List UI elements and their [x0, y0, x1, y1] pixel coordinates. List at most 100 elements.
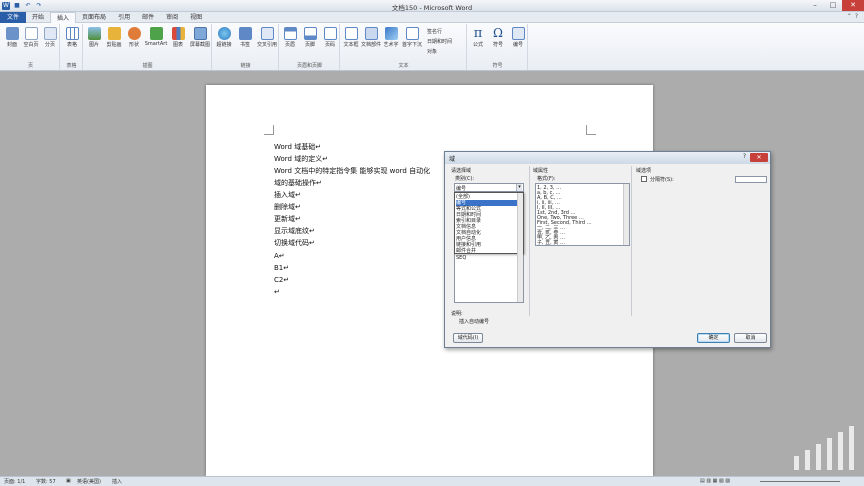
tab-view[interactable]: 视图	[184, 12, 208, 23]
doc-line[interactable]: 插入域↵	[274, 191, 301, 200]
table-button[interactable]: 表格	[62, 27, 82, 48]
category-select[interactable]: 编号 ▾	[454, 183, 524, 192]
group-illustrations: 图片 剪贴画 形状 SmartArt 图表 屏幕截图 插图	[84, 24, 212, 70]
clipart-button[interactable]: 剪贴画	[104, 27, 124, 48]
chart-button[interactable]: 图表	[168, 27, 188, 48]
group-tables: 表格 表格	[61, 24, 83, 70]
status-words[interactable]: 字数: 57	[36, 478, 56, 485]
status-mode[interactable]: 插入	[112, 478, 122, 485]
group-pages: 封面 空白页 分页 页	[2, 24, 60, 70]
hyperlink-button[interactable]: 超链接	[214, 27, 234, 48]
doc-line[interactable]: Word 域的定义↵	[274, 155, 328, 164]
quickparts-button[interactable]: 文档部件	[361, 27, 381, 48]
tab-file[interactable]: 文件	[0, 12, 27, 23]
page-break-button[interactable]: 分页	[40, 27, 60, 48]
globe-icon	[217, 27, 231, 40]
format-list[interactable]: 1, 2, 3, … a, b, c, … A, B, C, … i, ii, …	[535, 183, 630, 246]
dialog-help-button[interactable]: ?	[743, 153, 746, 160]
status-page[interactable]: 页面: 1/1	[4, 478, 25, 485]
chevron-down-icon[interactable]: ▾	[516, 184, 522, 191]
tab-home[interactable]: 开始	[26, 12, 50, 23]
doc-line[interactable]: B1↵	[274, 264, 289, 273]
doc-line[interactable]: ↵	[274, 288, 280, 297]
chart-icon	[171, 27, 185, 40]
blank-page-button[interactable]: 空白页	[21, 27, 41, 48]
doc-line[interactable]: Word 文档中的特定指令集 能够实现 word 自动化	[274, 167, 430, 176]
ribbon-tabs: 文件 开始 插入 页面布局 引用 邮件 审阅 视图 ⌃ ?	[0, 12, 864, 24]
field-dialog: 域 ? ✕ 请选择域 类别(C): 编号 ▾ (全部) 编号 等式和公式 日期和…	[444, 151, 771, 348]
quickparts-icon	[364, 27, 378, 40]
ribbon: 封面 空白页 分页 页 表格 表格 图片 剪贴画 形状 SmartArt 图表 …	[0, 23, 864, 71]
separator-checkbox[interactable]	[641, 176, 647, 182]
status-bar: 页面: 1/1 字数: 57 ▣ 英语(美国) 插入 ▤ ▥ ▦ ▧ ▨	[0, 476, 864, 486]
footer-button[interactable]: 页脚	[300, 27, 320, 48]
doc-line[interactable]: 切换域代码↵	[274, 239, 315, 248]
shapes-icon	[127, 27, 141, 40]
tab-review[interactable]: 审阅	[160, 12, 184, 23]
minimize-icon[interactable]: –	[806, 0, 824, 11]
dialog-title-bar[interactable]: 域 ? ✕	[445, 152, 770, 164]
group-header-footer: 页眉 页脚 页码 页眉和页脚	[280, 24, 340, 70]
wordart-icon	[384, 27, 398, 40]
tab-references[interactable]: 引用	[112, 12, 136, 23]
help-icon[interactable]: ?	[855, 13, 858, 20]
datetime-button[interactable]: 日期和时间	[427, 38, 452, 45]
field-name-item[interactable]: SEQ	[456, 255, 466, 261]
numbering-button[interactable]: 编号	[508, 27, 528, 48]
smartart-button[interactable]: SmartArt	[144, 27, 168, 47]
field-options-heading: 域选项	[636, 168, 652, 174]
dialog-close-button[interactable]: ✕	[750, 153, 768, 162]
status-proofing-icon[interactable]: ▣	[66, 478, 71, 484]
bookmark-button[interactable]: 书签	[235, 27, 255, 48]
omega-icon: Ω	[493, 26, 503, 40]
maximize-icon[interactable]: □	[824, 0, 842, 11]
separator-label: 分隔符(S):	[650, 177, 674, 183]
page-number-button[interactable]: 页码	[320, 27, 340, 48]
format-list-scrollbar[interactable]	[623, 184, 629, 245]
tab-page-layout[interactable]: 页面布局	[76, 12, 112, 23]
wordart-button[interactable]: 艺术字	[381, 27, 401, 48]
dialog-title: 域	[449, 156, 456, 163]
object-button[interactable]: 对象	[427, 48, 437, 55]
cancel-button[interactable]: 取消	[734, 333, 767, 343]
field-names-list[interactable]: (全部) 编号 等式和公式 日期和时间 索引和目录 文档信息 文档自动化 用户信…	[454, 192, 524, 303]
header-icon	[283, 27, 297, 40]
header-button[interactable]: 页眉	[280, 27, 300, 48]
margin-marker	[586, 125, 596, 135]
dropcap-button[interactable]: 首字下沉	[401, 27, 423, 48]
textbox-button[interactable]: 文本框	[341, 27, 361, 48]
zoom-slider[interactable]	[760, 481, 840, 482]
field-codes-button[interactable]: 域代码(I)	[453, 333, 483, 343]
crossref-button[interactable]: 交叉引用	[256, 27, 278, 48]
blank-page-icon	[24, 27, 38, 40]
doc-line[interactable]: C2↵	[274, 276, 289, 285]
separator-input[interactable]	[735, 176, 767, 183]
close-icon[interactable]: ✕	[842, 0, 864, 11]
doc-line[interactable]: 显示域底纹↵	[274, 227, 315, 236]
collapse-ribbon-icon[interactable]: ⌃	[847, 13, 852, 20]
picture-button[interactable]: 图片	[84, 27, 104, 48]
doc-line[interactable]: Word 域基础↵	[274, 143, 321, 152]
bookmark-icon	[238, 27, 252, 40]
signature-line-button[interactable]: 签名行	[427, 28, 442, 35]
doc-line[interactable]: 域的基础操作↵	[274, 179, 322, 188]
column-divider	[529, 166, 530, 316]
doc-line[interactable]: 删除域↵	[274, 203, 301, 212]
cover-button[interactable]: 封面	[2, 27, 22, 48]
ok-button[interactable]: 确定	[697, 333, 730, 343]
symbol-button[interactable]: Ω 符号	[488, 26, 508, 49]
format-item[interactable]: 子, 丑, 寅 …	[537, 240, 565, 246]
category-dropdown[interactable]: (全部) 编号 等式和公式 日期和时间 索引和目录 文档信息 文档自动化 用户信…	[454, 192, 524, 254]
status-language[interactable]: 英语(美国)	[77, 478, 101, 485]
dropcap-icon	[405, 27, 419, 40]
equation-button[interactable]: π 公式	[468, 27, 488, 48]
doc-line[interactable]: 更新域↵	[274, 215, 301, 224]
shapes-button[interactable]: 形状	[124, 27, 144, 48]
field-list-scrollbar[interactable]	[517, 193, 523, 302]
dropdown-option[interactable]: 邮件合并	[456, 248, 476, 254]
doc-line[interactable]: A↵	[274, 252, 285, 261]
screenshot-button[interactable]: 屏幕截图	[188, 27, 212, 48]
group-text: 文本框 文档部件 艺术字 首字下沉 签名行 日期和时间 对象 文本	[341, 24, 467, 70]
view-buttons-icon[interactable]: ▤ ▥ ▦ ▧ ▨	[700, 478, 730, 484]
tab-mailings[interactable]: 邮件	[136, 12, 160, 23]
